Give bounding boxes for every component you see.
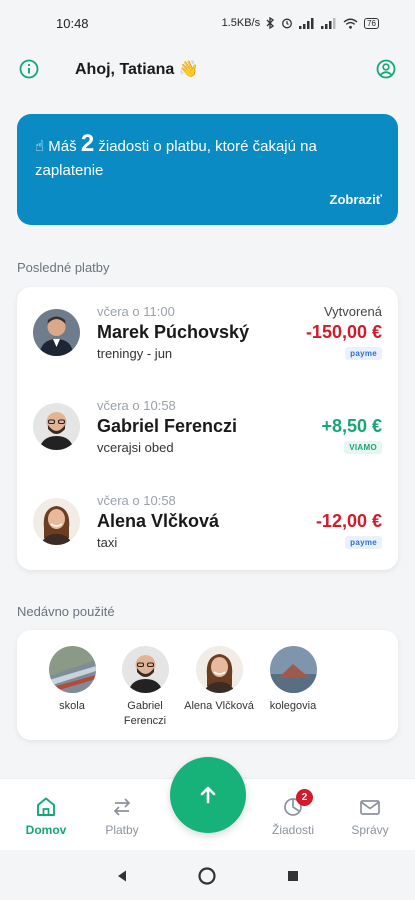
payment-date: včera o 11:00 xyxy=(97,304,175,319)
recent-contact[interactable]: skola xyxy=(37,646,107,714)
payment-date: včera o 10:58 xyxy=(97,398,176,413)
recently-used-card: skola Gabriel Ferenczi Alena Vlčková kol… xyxy=(17,630,398,740)
payment-name: Marek Púchovský xyxy=(97,322,250,342)
payment-amount: -150,00 € xyxy=(305,322,382,342)
nav-label: Správy xyxy=(351,823,389,837)
bluetooth-icon xyxy=(266,17,275,29)
info-icon[interactable] xyxy=(18,58,40,80)
payment-status: Vytvorená xyxy=(323,304,382,319)
nav-label: Domov xyxy=(25,823,67,837)
signal-icon-2 xyxy=(321,17,336,29)
payment-amount: +8,50 € xyxy=(321,416,382,436)
avatar xyxy=(33,403,80,450)
app-header: Ahoj, Tatiana 👋 xyxy=(0,52,415,86)
status-icons: 1.5KB/s 76 xyxy=(222,17,379,29)
status-bar: 10:48 1.5KB/s 76 xyxy=(0,0,415,46)
avatar xyxy=(195,646,243,693)
avatar xyxy=(33,309,80,356)
avatar xyxy=(33,498,80,545)
nav-home[interactable]: Domov xyxy=(11,795,81,837)
nav-label: Platby xyxy=(105,823,139,837)
payment-requests-banner[interactable]: ☝ Máš 2 žiadosti o platbu, ktoré čakajú … xyxy=(17,114,398,225)
recents-icon[interactable] xyxy=(282,865,304,887)
recent-contact[interactable]: Alena Vlčková xyxy=(184,646,254,714)
provider-badge: payme xyxy=(345,347,382,360)
pointing-hand-emoji: ☝ xyxy=(35,138,45,155)
nav-messages[interactable]: Správy xyxy=(335,795,405,837)
payment-row[interactable]: včera o 10:58 Alena Vlčková taxi -12,00 … xyxy=(17,476,398,566)
recently-used-title: Nedávno použité xyxy=(17,604,115,619)
signal-icon xyxy=(299,17,314,29)
wifi-icon xyxy=(343,18,358,29)
greeting: Ahoj, Tatiana 👋 xyxy=(75,61,199,78)
recent-contact-label: Gabriel Ferenczi xyxy=(123,700,167,727)
avatar xyxy=(269,646,317,693)
back-icon[interactable] xyxy=(111,865,133,887)
request-count: 2 xyxy=(80,130,95,157)
alarm-icon xyxy=(282,18,293,29)
nav-payments[interactable]: Platby xyxy=(87,795,157,837)
home-icon xyxy=(34,795,58,819)
battery-indicator: 76 xyxy=(364,17,379,29)
payment-note: taxi xyxy=(97,535,118,550)
payment-note: treningy - jun xyxy=(97,346,173,361)
home-button-icon[interactable] xyxy=(196,865,218,887)
payment-row[interactable]: včera o 11:00 Marek Púchovský treningy -… xyxy=(17,287,398,377)
banner-text: ☝ Máš 2 žiadosti o platbu, ktoré čakajú … xyxy=(35,130,317,180)
arrow-up-icon xyxy=(200,786,216,804)
net-speed: 1.5KB/s xyxy=(221,17,261,29)
payment-name: Gabriel Ferenczi xyxy=(97,416,238,436)
show-requests-link[interactable]: Zobraziť xyxy=(330,192,382,207)
payment-date: včera o 10:58 xyxy=(97,493,176,508)
payment-amount: -12,00 € xyxy=(315,511,382,531)
payment-note: vcerajsi obed xyxy=(97,440,174,455)
recent-contact[interactable]: Gabriel Ferenczi xyxy=(110,646,180,729)
requests-icon: 2 xyxy=(281,789,313,819)
recent-contact-label: kolegovia xyxy=(269,700,317,712)
nav-requests[interactable]: 2 Žiadosti xyxy=(258,789,328,837)
recent-contact[interactable]: kolegovia xyxy=(258,646,328,714)
avatar xyxy=(48,646,96,693)
send-payment-button[interactable] xyxy=(170,757,246,833)
payment-name: Alena Vlčková xyxy=(97,511,220,531)
avatar xyxy=(121,646,169,693)
provider-badge: payme xyxy=(345,536,382,549)
status-time: 10:48 xyxy=(56,15,89,31)
system-nav-bar xyxy=(0,850,415,900)
profile-icon[interactable] xyxy=(375,58,397,80)
recent-contact-label: skola xyxy=(59,700,85,712)
mail-icon xyxy=(358,795,382,819)
provider-badge: VIAMO xyxy=(344,441,382,454)
requests-badge: 2 xyxy=(296,789,313,806)
recent-payments-card: včera o 11:00 Marek Púchovský treningy -… xyxy=(17,287,398,570)
transfer-icon xyxy=(110,795,134,819)
recent-payments-title: Posledné platby xyxy=(17,260,110,275)
payment-row[interactable]: včera o 10:58 Gabriel Ferenczi vcerajsi … xyxy=(17,381,398,471)
nav-label: Žiadosti xyxy=(271,823,315,837)
recent-contact-label: Alena Vlčková xyxy=(184,700,254,712)
